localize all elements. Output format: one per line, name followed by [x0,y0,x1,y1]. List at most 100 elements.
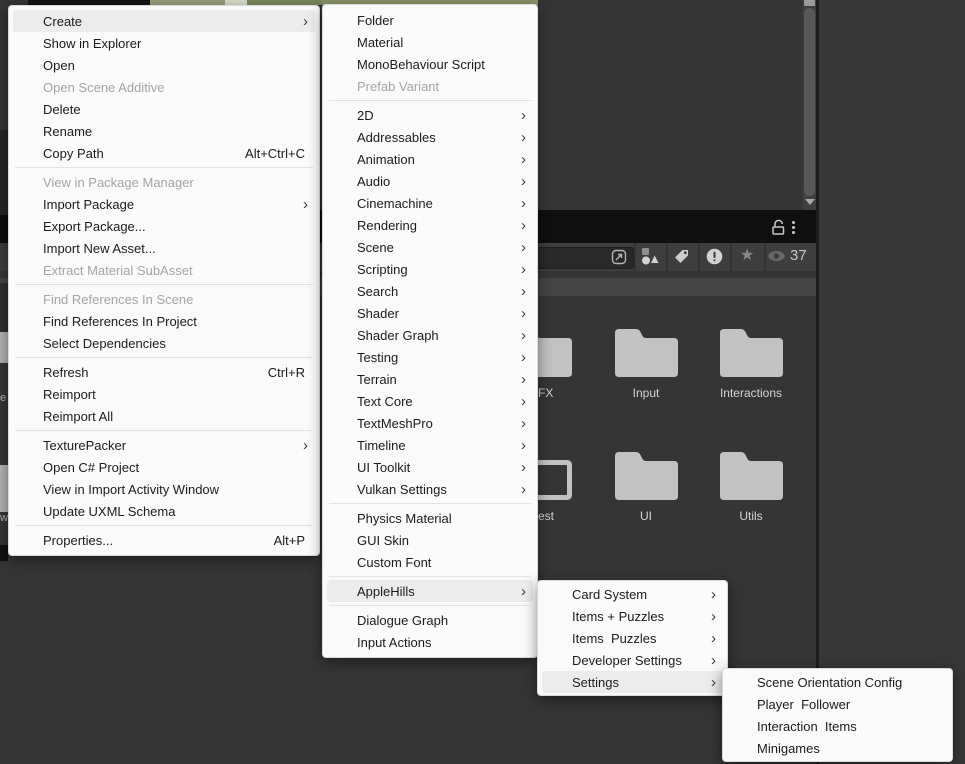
menu-item-label: Testing [357,350,398,365]
submenu-arrow-icon: › [521,416,526,431]
submenu-arrow-icon: › [521,460,526,475]
menu-item-scene[interactable]: Scene› [327,236,533,258]
menu-item-material[interactable]: Material [327,31,533,53]
menu-item-developer-settings[interactable]: Developer Settings› [542,649,723,671]
create-submenu: FolderMaterialMonoBehaviour ScriptPrefab… [322,4,538,658]
menu-item-scripting[interactable]: Scripting› [327,258,533,280]
menu-item-addressables[interactable]: Addressables› [327,126,533,148]
menu-item-update-uxml-schema[interactable]: Update UXML Schema [13,500,315,522]
visibility-count[interactable]: 37 [766,247,807,264]
favorites-star-icon[interactable]: ★ [740,245,754,265]
menu-item-reimport-all[interactable]: Reimport All [13,405,315,427]
menu-item-interaction-items[interactable]: Interaction Items [727,715,948,737]
menu-item-copy-path[interactable]: Copy PathAlt+Ctrl+C [13,142,315,164]
menu-item-monobehaviour-script[interactable]: MonoBehaviour Script [327,53,533,75]
menu-item-import-new-asset[interactable]: Import New Asset... [13,237,315,259]
menu-item-shader-graph[interactable]: Shader Graph› [327,324,533,346]
menu-item-label: Physics Material [357,511,452,526]
menu-item-custom-font[interactable]: Custom Font [327,551,533,573]
menu-item-vulkan-settings[interactable]: Vulkan Settings› [327,478,533,500]
submenu-arrow-icon: › [521,394,526,409]
toolbar-divider [698,243,700,271]
menu-item-reimport[interactable]: Reimport [13,383,315,405]
menu-item-textmeshpro[interactable]: TextMeshPro› [327,412,533,434]
scrollbar-down-arrow-icon[interactable] [805,199,815,205]
menu-item-2d[interactable]: 2D› [327,104,533,126]
filter-by-type-icon[interactable] [641,248,659,270]
menu-separator [15,430,313,431]
kebab-menu-icon[interactable] [792,219,796,236]
menu-item-label: Open Scene Additive [43,80,164,95]
menu-item-rename[interactable]: Rename [13,120,315,142]
menu-item-gui-skin[interactable]: GUI Skin [327,529,533,551]
menu-item-shortcut: Alt+P [274,533,305,548]
menu-item-refresh[interactable]: RefreshCtrl+R [13,361,315,383]
menu-item-testing[interactable]: Testing› [327,346,533,368]
menu-item-terrain[interactable]: Terrain› [327,368,533,390]
toolbar-divider [634,243,636,271]
filter-by-label-tag-icon[interactable] [673,248,690,270]
scrollbar-thumb[interactable] [804,8,815,196]
warning-filter-icon[interactable] [706,248,723,270]
menu-item-items-puzzles[interactable]: Items + Puzzles› [542,605,723,627]
menu-item-rendering[interactable]: Rendering› [327,214,533,236]
menu-item-timeline[interactable]: Timeline› [327,434,533,456]
menu-item-label: Audio [357,174,390,189]
menu-item-card-system[interactable]: Card System› [542,583,723,605]
menu-item-export-package[interactable]: Export Package... [13,215,315,237]
menu-item-items-puzzles[interactable]: Items Puzzles› [542,627,723,649]
folder-item[interactable]: Input [586,325,706,400]
folder-item[interactable]: Utils [691,448,811,523]
menu-item-label: Vulkan Settings [357,482,447,497]
menu-item-open-scene-additive: Open Scene Additive [13,76,315,98]
menu-item-properties[interactable]: Properties... Alt+P [13,529,315,551]
left-edge-band [0,545,8,561]
menu-item-audio[interactable]: Audio › [327,170,533,192]
menu-item-texturepacker[interactable]: TexturePacker› [13,434,315,456]
menu-item-show-in-explorer[interactable]: Show in Explorer [13,32,315,54]
menu-item-physics-material[interactable]: Physics Material [327,507,533,529]
menu-item-delete[interactable]: Delete [13,98,315,120]
submenu-arrow-icon: › [521,438,526,453]
menu-item-import-package[interactable]: Import Package› [13,193,315,215]
menu-item-label: Items Puzzles [572,631,657,646]
submenu-arrow-icon: › [521,174,526,189]
menu-item-applehills[interactable]: AppleHills› [327,580,533,602]
menu-item-scene-orientation-config[interactable]: Scene Orientation Config [727,671,948,693]
menu-item-select-dependencies[interactable]: Select Dependencies [13,332,315,354]
menu-item-cinemachine[interactable]: Cinemachine› [327,192,533,214]
menu-item-view-in-import-activity-window[interactable]: View in Import Activity Window [13,478,315,500]
menu-item-label: View in Package Manager [43,175,194,190]
scrollbar-top-button[interactable] [804,0,815,6]
menu-item-label: GUI Skin [357,533,409,548]
menu-item-create[interactable]: Create› [13,10,315,32]
menu-item-settings[interactable]: Settings› [542,671,723,693]
submenu-arrow-icon: › [521,218,526,233]
folder-label: Utils [691,509,811,523]
unlock-icon[interactable] [771,219,786,241]
menu-item-dialogue-graph[interactable]: Dialogue Graph [327,609,533,631]
menu-separator [329,503,531,504]
menu-item-ui-toolkit[interactable]: UI Toolkit› [327,456,533,478]
menu-item-label: Reimport All [43,409,113,424]
menu-item-shader[interactable]: Shader› [327,302,533,324]
menu-item-animation[interactable]: Animation› [327,148,533,170]
folder-item[interactable]: Interactions [691,325,811,400]
folder-item[interactable]: UI [586,448,706,523]
menu-item-text-core[interactable]: Text Core› [327,390,533,412]
menu-item-label: Select Dependencies [43,336,166,351]
menu-item-player-follower[interactable]: Player Follower [727,693,948,715]
menu-item-open[interactable]: Open [13,54,315,76]
menu-item-search[interactable]: Search› [327,280,533,302]
menu-item-label: Player Follower [757,697,850,712]
menu-item-folder[interactable]: Folder [327,9,533,31]
submenu-arrow-icon: › [521,240,526,255]
menu-item-input-actions[interactable]: Input Actions [327,631,533,653]
open-search-window-icon[interactable] [611,249,627,270]
menu-item-find-references-in-project[interactable]: Find References In Project [13,310,315,332]
folder-icon [615,448,678,500]
menu-item-minigames[interactable]: Minigames [727,737,948,759]
menu-item-open-c-project[interactable]: Open C# Project [13,456,315,478]
menu-item-label: Properties... [43,533,113,548]
menu-item-label: Shader [357,306,399,321]
